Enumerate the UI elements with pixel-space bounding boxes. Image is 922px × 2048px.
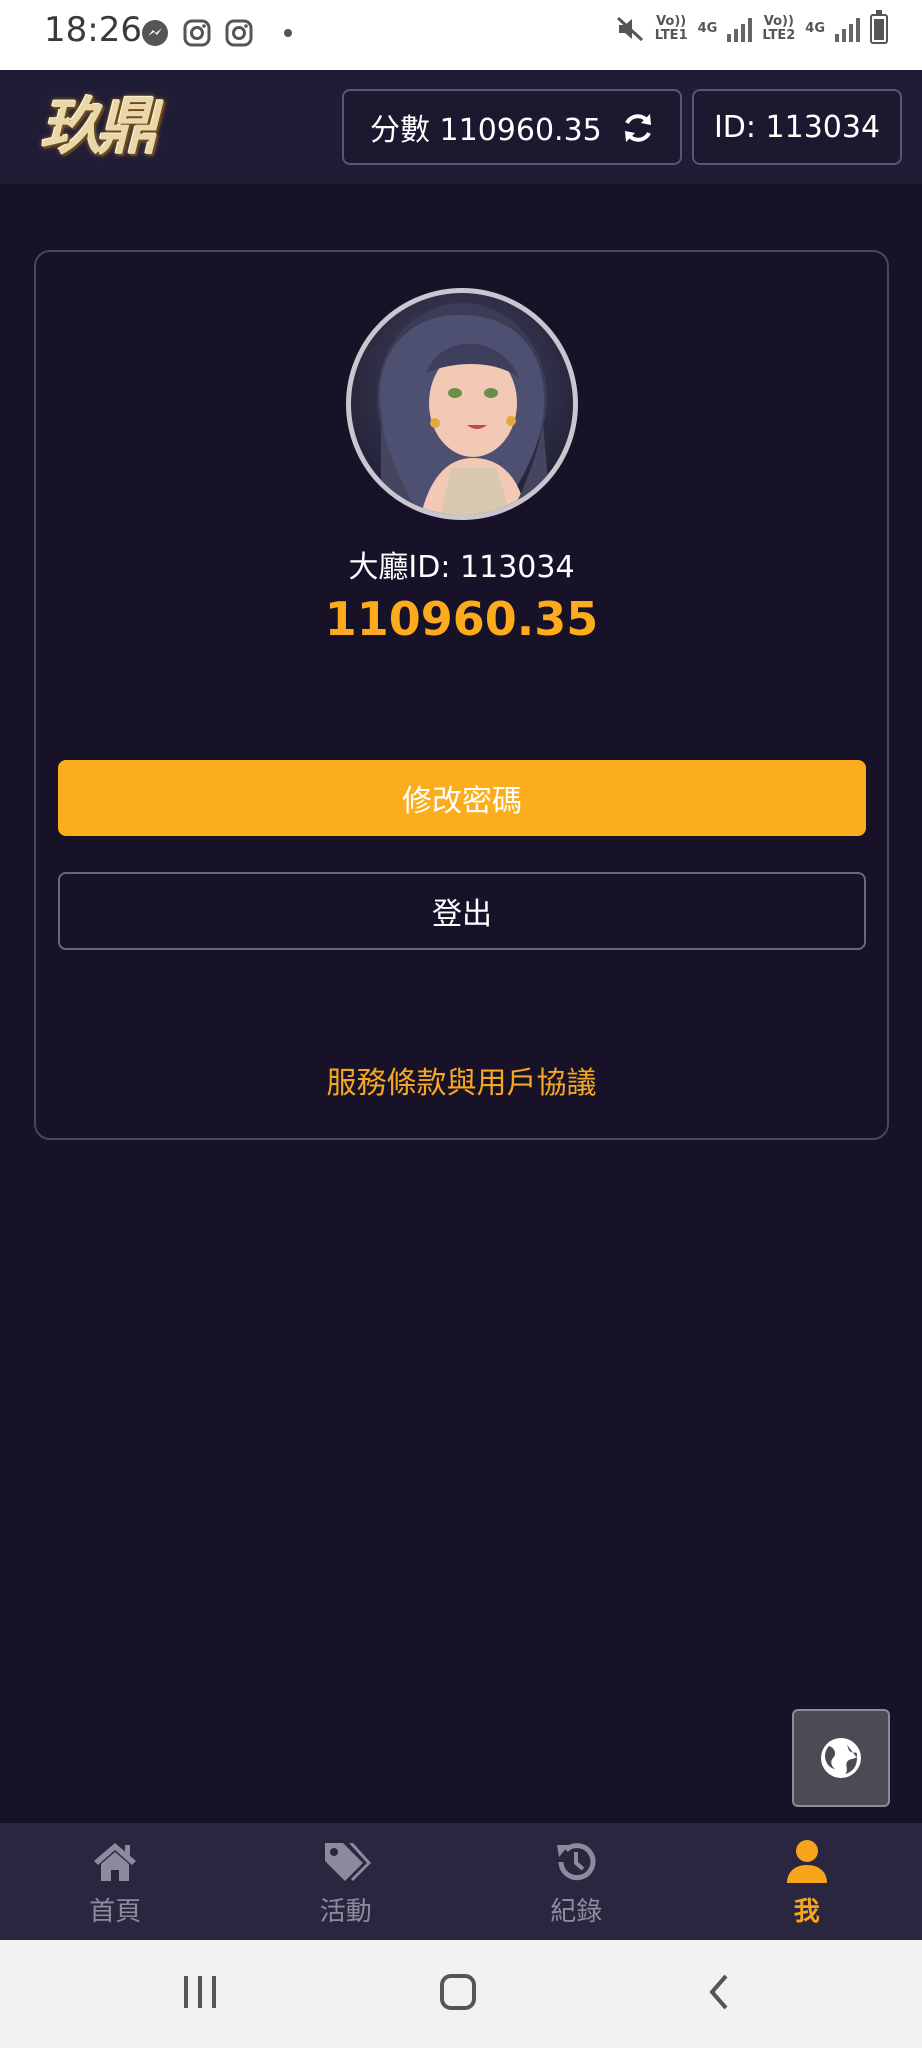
profile-card: 大廳ID: 113034 110960.35 修改密碼 登出 服務條款與用戶協議 <box>34 250 889 1140</box>
globe-icon <box>821 1738 861 1778</box>
mute-icon <box>616 16 643 42</box>
tag-icon <box>324 1843 371 1881</box>
home-icon <box>94 1843 137 1881</box>
refresh-icon[interactable] <box>620 110 656 146</box>
avatar-illustration <box>377 303 551 515</box>
home-button-icon[interactable] <box>436 1968 486 2018</box>
more-notifications-dot <box>284 29 292 37</box>
nav-home-label: 首頁 <box>89 1897 142 1927</box>
status-time: 18:26 <box>44 10 142 50</box>
bottom-nav: 首頁 活動 紀錄 我 <box>0 1823 922 1940</box>
balance-value: 110960.35 <box>324 592 599 646</box>
change-password-button[interactable]: 修改密碼 <box>58 760 866 836</box>
sim2-label: Vo)) LTE2 <box>762 14 796 43</box>
nav-history-label: 紀錄 <box>550 1897 603 1927</box>
lobby-id: 大廳ID: 113034 <box>348 550 575 585</box>
terms-link[interactable]: 服務條款與用戶協議 <box>36 1058 887 1102</box>
nav-history[interactable]: 紀錄 <box>461 1823 692 1940</box>
status-bar: 18:26 Vo)) LTE1 4G Vo)) LTE2 4G <box>0 0 922 70</box>
user-icon <box>786 1840 827 1883</box>
messenger-icon <box>142 20 168 46</box>
history-icon <box>557 1843 596 1881</box>
nav-me[interactable]: 我 <box>692 1823 922 1940</box>
system-nav-bar <box>0 1940 922 2048</box>
nav-events-label: 活動 <box>319 1897 372 1927</box>
app-header: 玖鼎 分數 110960.35 ID: 113034 <box>0 70 922 184</box>
nav-home[interactable]: 首頁 <box>0 1823 231 1940</box>
user-id-badge[interactable]: ID: 113034 <box>692 89 902 165</box>
signal-icon <box>835 16 860 42</box>
instagram-icon <box>183 19 211 47</box>
status-indicators: Vo)) LTE1 4G Vo)) LTE2 4G <box>615 10 888 44</box>
instagram-icon <box>225 19 253 47</box>
sim1-label: Vo)) LTE1 <box>654 14 688 43</box>
score-label: 分數 110960.35 <box>370 113 602 148</box>
brand-logo[interactable]: 玖鼎 <box>40 88 190 166</box>
logout-button[interactable]: 登出 <box>58 872 866 950</box>
score-display[interactable]: 分數 110960.35 <box>342 89 682 165</box>
sim2-network: 4G <box>805 21 825 36</box>
nav-events[interactable]: 活動 <box>231 1823 462 1940</box>
notification-icons <box>140 18 292 48</box>
language-button[interactable] <box>792 1709 890 1807</box>
battery-icon <box>870 10 888 44</box>
avatar <box>346 288 578 520</box>
signal-icon <box>727 16 753 42</box>
nav-me-label: 我 <box>793 1897 820 1927</box>
back-icon[interactable] <box>700 1968 740 2018</box>
sim1-network: 4G <box>697 21 718 36</box>
recent-apps-icon[interactable] <box>180 1968 220 2018</box>
